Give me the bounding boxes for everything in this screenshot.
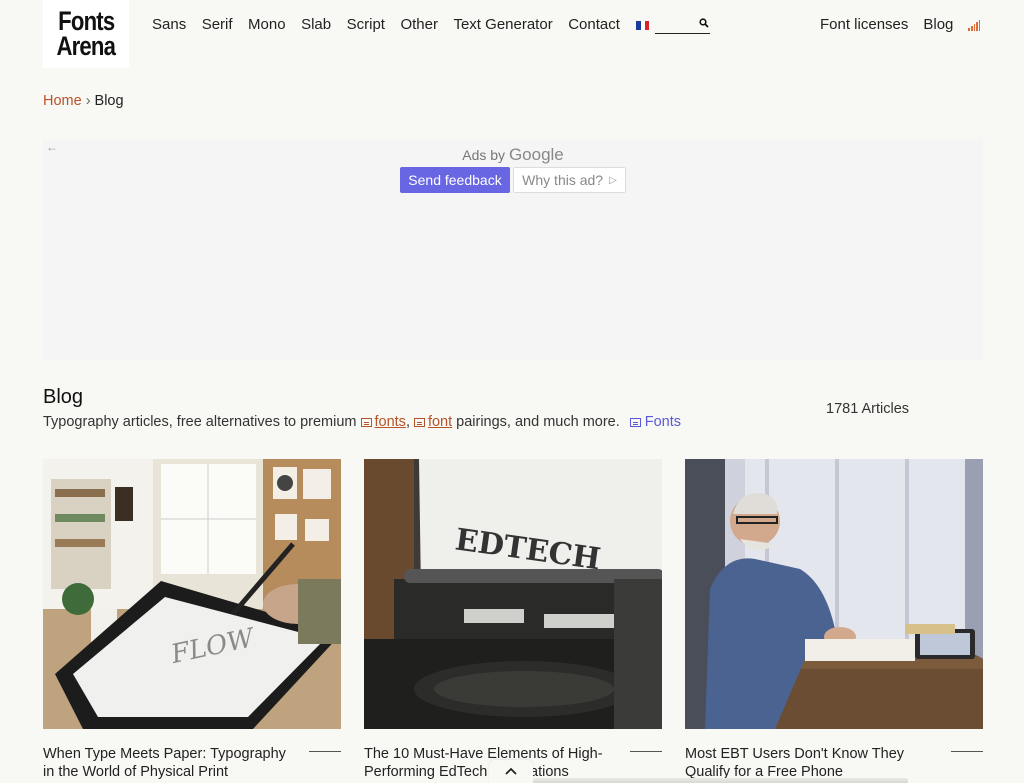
main-nav: Sans Serif Mono Slab Script Other Text G…	[152, 16, 650, 33]
nav-script[interactable]: Script	[347, 16, 385, 33]
google-wordmark: Google	[508, 145, 564, 164]
title-divider	[630, 751, 662, 752]
article-card[interactable]: FLOW When Type Meets Paper: Typography i…	[43, 459, 341, 781]
article-card[interactable]: Most EBT Users Don't Know They Qualify f…	[685, 459, 983, 781]
article-image-drawing-tablet[interactable]: FLOW	[43, 459, 341, 729]
breadcrumb-home[interactable]: Home	[43, 93, 82, 109]
blog-description: Typography articles, free alternatives t…	[43, 414, 681, 430]
keyword-font-text[interactable]: font	[428, 414, 452, 430]
google-ad-slot: ← Ads by Google Send feedback Why this a…	[43, 139, 983, 360]
keyword-link-fonts[interactable]: fonts	[357, 414, 406, 430]
ads-by-label: Ads by	[462, 147, 506, 163]
secondary-nav: Font licenses Blog	[820, 16, 981, 33]
nav-mono[interactable]: Mono	[248, 16, 286, 33]
nav-contact[interactable]: Contact	[568, 16, 620, 33]
search-input[interactable]	[655, 18, 699, 34]
breadcrumb: Home › Blog	[43, 93, 124, 109]
keyword-fonts-text[interactable]: fonts	[375, 414, 406, 430]
why-this-ad-label: Why this ad?	[522, 172, 604, 188]
article-image-typewriter[interactable]: EDTECH	[364, 459, 662, 729]
nav-other[interactable]: Other	[400, 16, 438, 33]
bottom-bar	[533, 778, 908, 783]
keyword-icon	[360, 417, 372, 427]
scroll-up-button[interactable]	[489, 760, 533, 783]
search-icon[interactable]	[699, 18, 709, 28]
keyword-fonts-2-text[interactable]: Fonts	[645, 414, 681, 430]
article-title[interactable]: When Type Meets Paper: Typography in the…	[43, 745, 293, 781]
logo-line-2: Arena	[56, 31, 116, 61]
french-flag-icon[interactable]	[636, 20, 650, 30]
nav-serif[interactable]: Serif	[202, 16, 233, 33]
why-this-ad-button[interactable]: Why this ad? ▷	[513, 167, 626, 193]
tablet-illustration-image: FLOW	[43, 459, 341, 729]
article-title[interactable]: Most EBT Users Don't Know They Qualify f…	[685, 745, 935, 781]
keyword-icon	[413, 417, 425, 427]
nav-text-generator[interactable]: Text Generator	[453, 16, 552, 33]
breadcrumb-separator: ›	[85, 93, 91, 109]
nav-slab[interactable]: Slab	[301, 16, 331, 33]
search-box	[655, 17, 710, 34]
article-image-man-writing[interactable]	[685, 459, 983, 729]
keyword-link-font[interactable]: font	[410, 414, 452, 430]
page-title: Blog	[43, 386, 84, 408]
ads-by-google: Ads by Google	[43, 145, 983, 165]
rss-icon[interactable]	[968, 19, 981, 31]
ad-buttons: Send feedback Why this ad? ▷	[400, 167, 626, 193]
article-card[interactable]: EDTECH The 10 Must-Have Elements of High…	[364, 459, 662, 781]
breadcrumb-current: Blog	[94, 93, 124, 109]
nav-font-licenses[interactable]: Font licenses	[820, 16, 908, 33]
title-divider	[309, 751, 341, 752]
keyword-link-fonts-2[interactable]: Fonts	[629, 414, 681, 430]
man-writing-image	[685, 459, 983, 729]
send-feedback-button[interactable]: Send feedback	[400, 167, 510, 193]
nav-blog[interactable]: Blog	[923, 16, 953, 33]
description-end: pairings, and much more.	[456, 414, 620, 430]
site-logo[interactable]: Fonts Arena	[43, 0, 129, 68]
article-count: 1781 Articles	[826, 401, 910, 417]
site-header: Fonts Arena Sans Serif Mono Slab Script …	[0, 0, 1024, 70]
description-start: Typography articles, free alternatives t…	[43, 414, 357, 430]
keyword-icon	[629, 417, 641, 427]
nav-sans[interactable]: Sans	[152, 16, 186, 33]
typewriter-image: EDTECH	[364, 459, 662, 729]
title-divider	[951, 751, 983, 752]
play-triangle-icon: ▷	[609, 174, 617, 186]
chevron-up-icon	[505, 767, 517, 775]
